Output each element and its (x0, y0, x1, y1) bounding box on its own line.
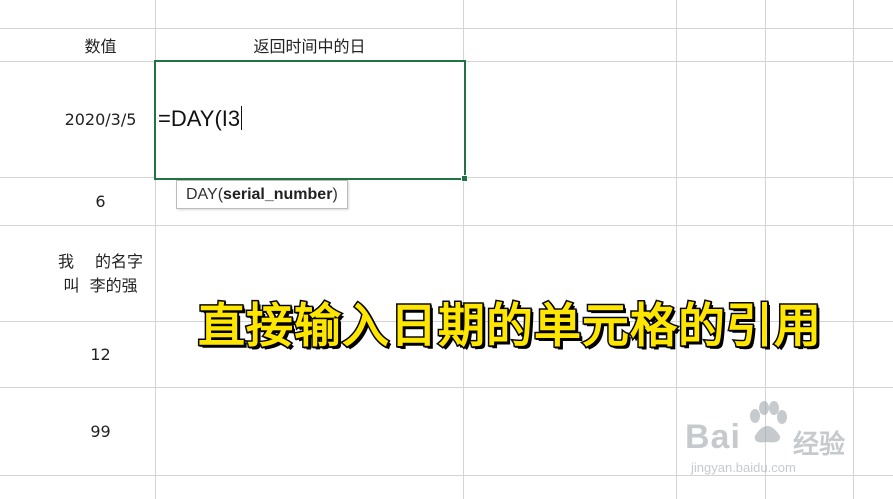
watermark-url: jingyan.baidu.com (691, 460, 796, 475)
formula-text: =DAY(I3 (158, 106, 241, 131)
header-values-label: 数值 (84, 36, 117, 56)
cell-text-name-line1: 我 的名字 (57, 251, 144, 271)
cell-date-text: 2020/3/5 (64, 110, 137, 129)
header-return-day-label: 返回时间中的日 (253, 36, 366, 56)
header-cell-return-day[interactable]: 返回时间中的日 (156, 28, 463, 61)
text-caret (241, 106, 243, 130)
cell-text-name[interactable]: 我 的名字 叫 李的强 (46, 226, 155, 321)
baidu-watermark: Bai 经验 jingyan.baidu.com (685, 400, 860, 490)
grid-col-line (676, 0, 677, 499)
baidu-paw-icon (750, 401, 787, 443)
cell-number-12-text: 12 (90, 345, 111, 364)
fill-handle[interactable] (461, 175, 468, 182)
tooltip-arg[interactable]: serial_number (223, 186, 332, 204)
watermark-brand: Bai (685, 418, 741, 456)
cell-number-6-text: 6 (95, 192, 106, 211)
formula-input[interactable]: =DAY(I3 (158, 106, 243, 132)
header-cell-values[interactable]: 数值 (46, 28, 155, 61)
tooltip-close-paren: ) (332, 185, 338, 203)
overlay-caption: 直接输入日期的单元格的引用 (197, 298, 823, 356)
tooltip-func-name: DAY( (186, 185, 224, 203)
cell-number-12[interactable]: 12 (46, 322, 155, 387)
cell-date-value[interactable]: 2020/3/5 (46, 62, 155, 177)
watermark-brand-suffix: 经验 (793, 430, 846, 460)
cell-number-6[interactable]: 6 (46, 178, 155, 225)
cell-number-99[interactable]: 99 (46, 388, 155, 475)
active-cell-editor[interactable]: =DAY(I3 (154, 60, 468, 182)
cell-text-name-line2: 叫 李的强 (63, 275, 138, 295)
function-tooltip[interactable]: DAY(serial_number) (176, 180, 348, 209)
cell-number-99-text: 99 (90, 422, 111, 441)
